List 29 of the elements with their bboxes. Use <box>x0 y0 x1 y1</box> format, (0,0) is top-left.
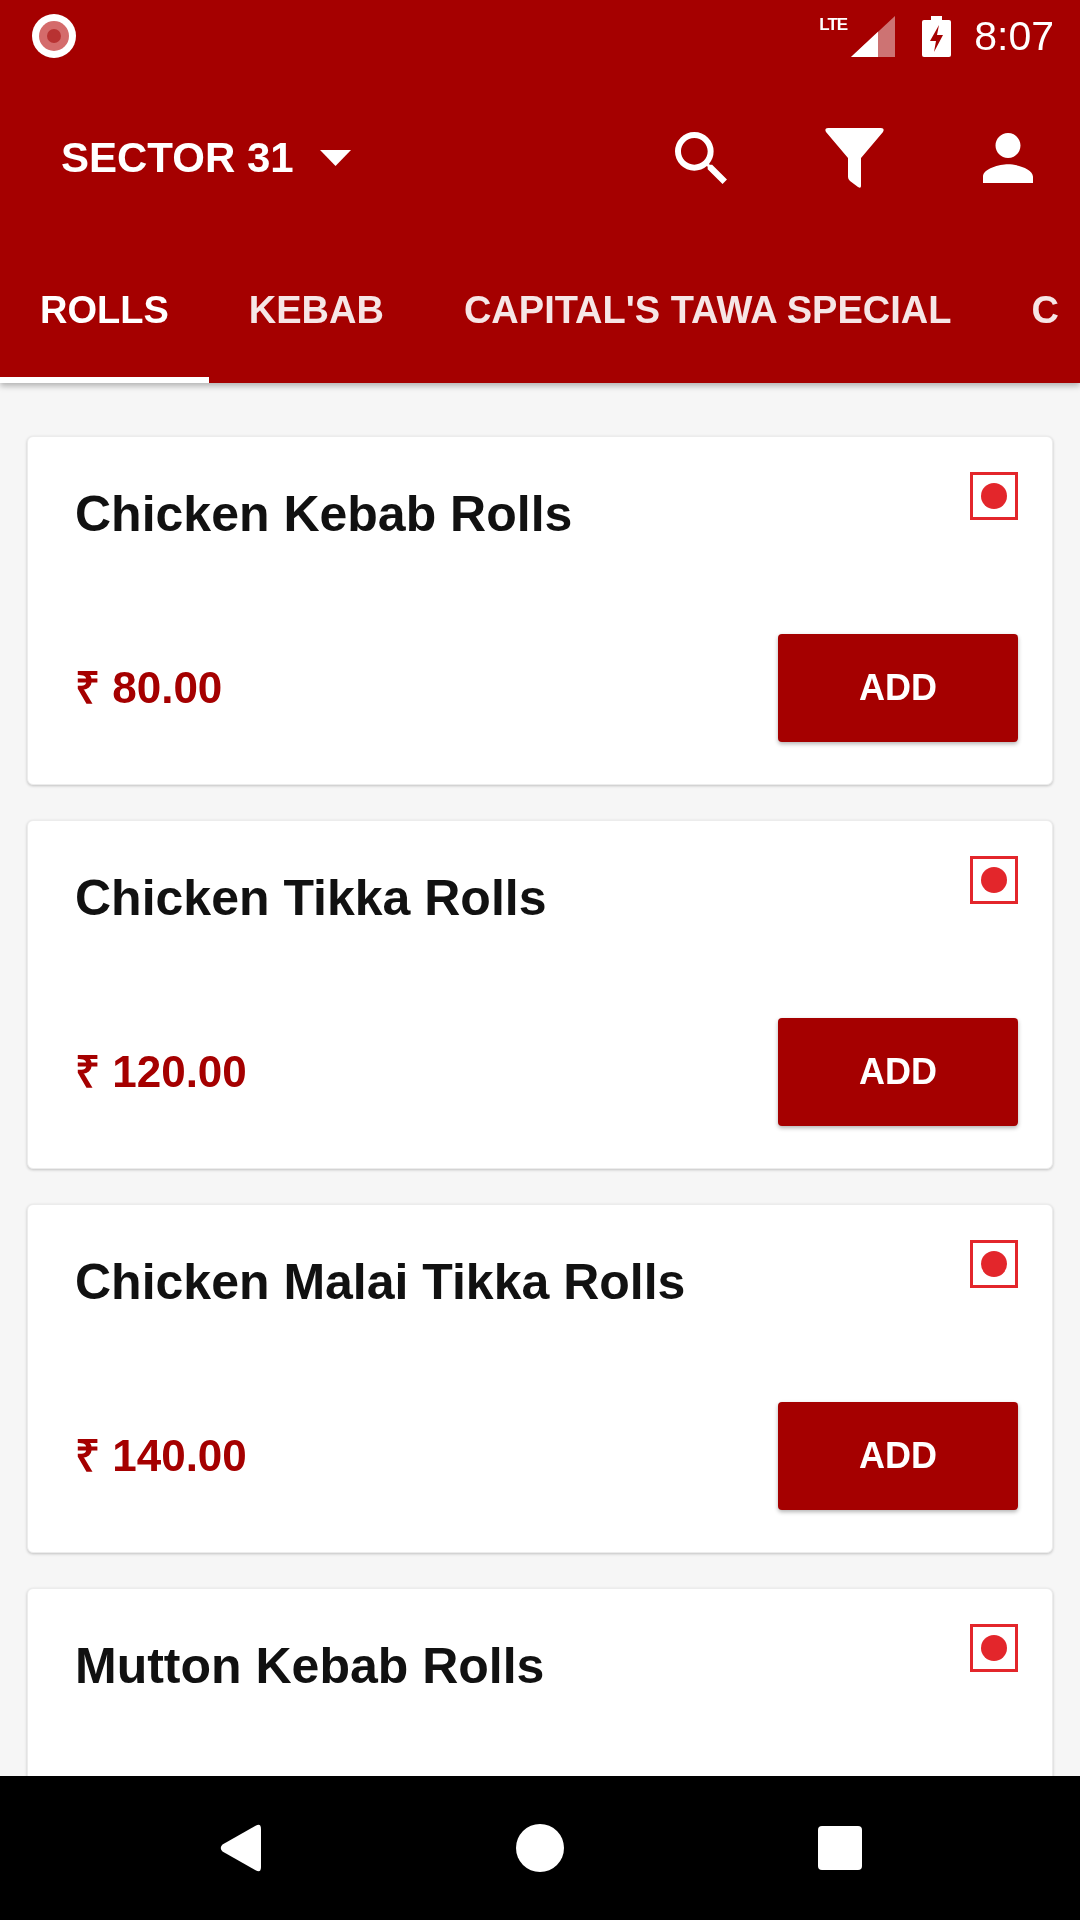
signal-icon <box>851 15 896 57</box>
network-type: LTE <box>819 15 848 34</box>
category-tab[interactable]: C <box>991 244 1069 383</box>
battery-icon <box>922 15 952 57</box>
item-name: Chicken Tikka Rolls <box>75 869 548 928</box>
record-icon <box>32 14 76 58</box>
caret-icon <box>319 150 351 166</box>
back-icon[interactable] <box>219 1824 261 1872</box>
item-price: ₹ 80.00 <box>75 663 223 713</box>
non-veg-icon <box>970 1624 1018 1672</box>
item-name: Chicken Malai Tikka Rolls <box>75 1253 687 1312</box>
search-icon[interactable] <box>675 132 727 184</box>
item-price: ₹ 120.00 <box>75 1047 247 1097</box>
home-icon[interactable] <box>516 1824 564 1872</box>
person-icon[interactable] <box>983 133 1033 183</box>
add-button[interactable]: ADD <box>778 634 1018 742</box>
non-veg-icon <box>970 1240 1018 1288</box>
item-price: ₹ 140.00 <box>75 1431 247 1481</box>
item-name: Mutton Kebab Rolls <box>75 1637 546 1696</box>
non-veg-icon <box>970 856 1018 904</box>
status-time: 8:07 <box>974 13 1054 59</box>
filter-icon[interactable] <box>824 128 885 188</box>
location-dropdown[interactable]: SECTOR 31 <box>61 133 351 183</box>
item-name: Chicken Kebab Rolls <box>75 485 574 544</box>
non-veg-icon <box>970 472 1018 520</box>
category-tab[interactable]: CAPITAL'S TAWA SPECIAL <box>423 244 992 383</box>
add-button[interactable]: ADD <box>778 1018 1018 1126</box>
category-tab[interactable]: KEBAB <box>208 244 424 383</box>
add-button[interactable]: ADD <box>778 1402 1018 1510</box>
